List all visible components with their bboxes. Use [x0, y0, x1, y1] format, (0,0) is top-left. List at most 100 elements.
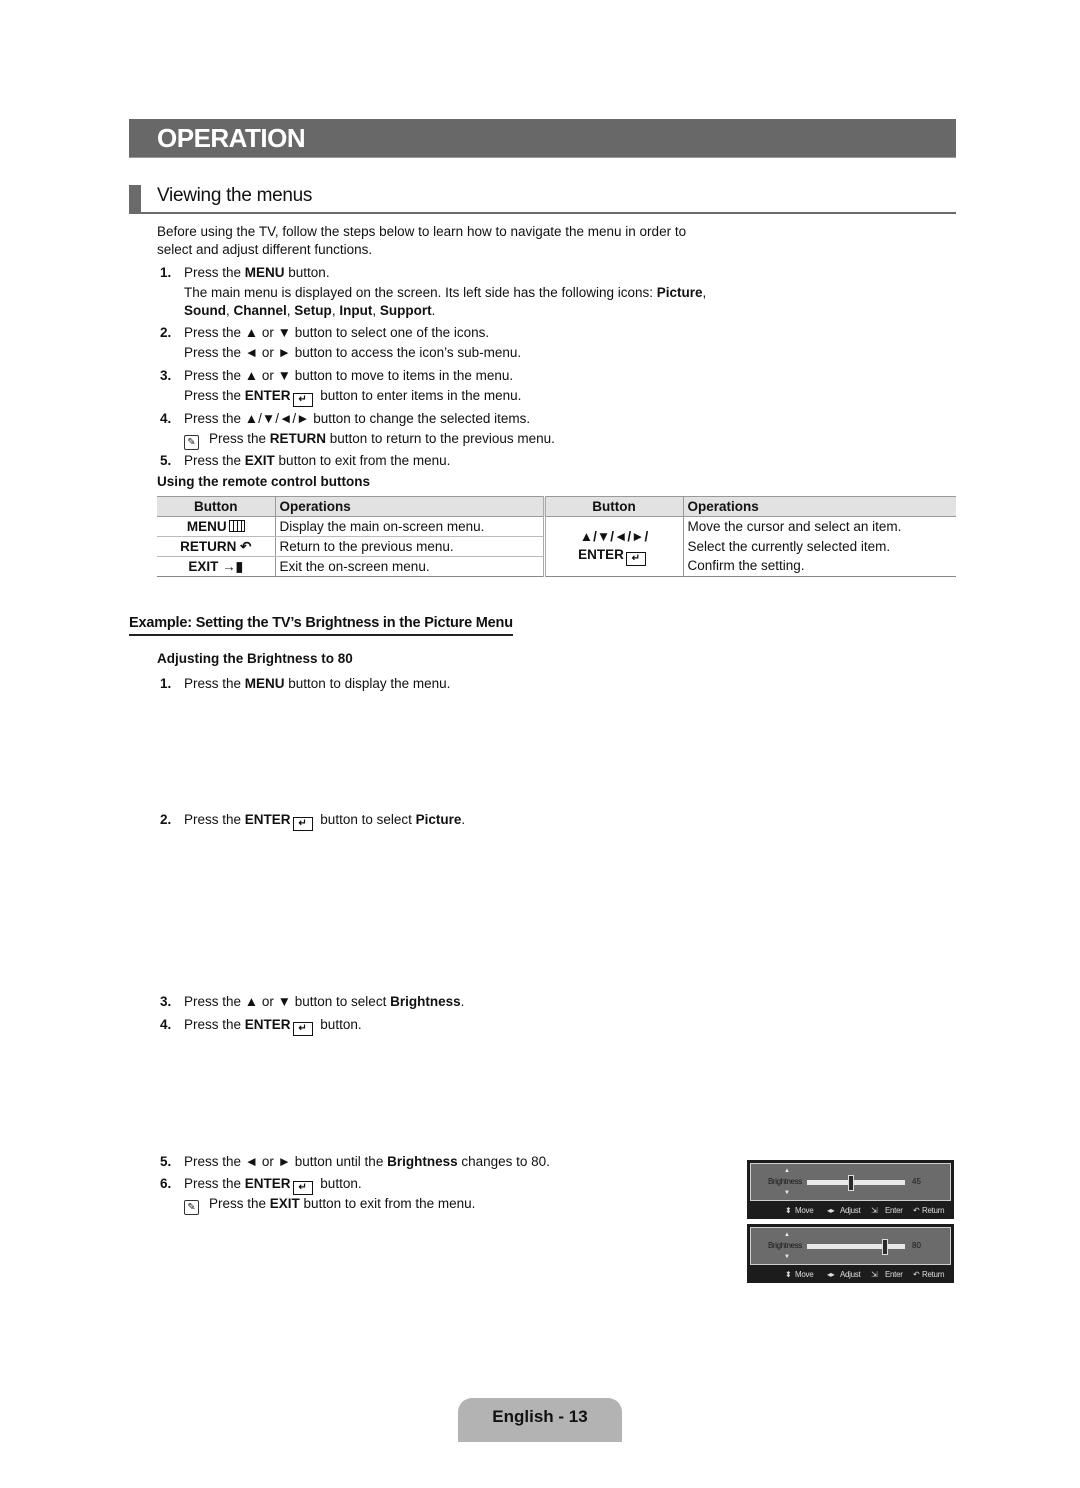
move-icon: ⬍ — [785, 1206, 792, 1215]
step-number: 2. — [160, 812, 172, 827]
header-button: Button — [157, 496, 276, 517]
operation-cell: Exit the on-screen menu. — [275, 556, 546, 577]
footer-move: Move — [795, 1206, 814, 1215]
step-number: 2. — [160, 325, 172, 340]
step-2-text: Press the ▲ or ▼ button to select one of… — [184, 325, 490, 340]
step-number: 4. — [160, 1017, 172, 1032]
step-1-text: Press the MENU button. — [184, 265, 330, 280]
enter-icon: ↵ — [292, 393, 313, 407]
section-heading: Viewing the menus — [129, 184, 956, 214]
adjust-icon: ◂▸ — [827, 1270, 835, 1279]
remote-control-table: Button Operations Button Operations MENU… — [157, 496, 956, 578]
osd-body: ▲ Brightness ▼ 80 — [750, 1227, 951, 1265]
example-step-6: Press the ENTER ↵ button. — [184, 1176, 362, 1195]
footer-enter: Enter — [885, 1206, 903, 1215]
chapter-banner: OPERATION — [129, 119, 956, 158]
example-step-4: Press the ENTER ↵ button. — [184, 1017, 362, 1036]
brightness-slider[interactable] — [807, 1175, 905, 1191]
return-button-cell: RETURN ↶ — [157, 536, 276, 557]
step-number: 5. — [160, 453, 172, 468]
osd-brightness-panel: ▲ Brightness ▼ 80 ⬍ Move ◂▸ Adjust ⇲ Enter … — [747, 1224, 954, 1283]
osd-footer: ⬍ Move ◂▸ Adjust ⇲ Enter ↶ Return — [747, 1204, 954, 1219]
arrow-keys-label: ▲/▼/◄/►/ — [579, 528, 649, 544]
table-header-row: Button Operations Button Operations — [157, 496, 956, 517]
example-step-2: Press the ENTER ↵ button to select Pictur… — [184, 812, 466, 831]
step-number: 1. — [160, 676, 172, 691]
osd-brightness-panel: ▲ Brightness ▼ 45 ⬍ Move ◂▸ Adjust ⇲ Enter … — [747, 1160, 954, 1219]
section-marker — [129, 185, 141, 212]
example-note: ✎ Press the EXIT button to exit from the … — [184, 1195, 475, 1215]
step-number: 6. — [160, 1176, 172, 1191]
table-caption: Using the remote control buttons — [157, 474, 371, 489]
exit-icon: →▮ — [222, 558, 244, 574]
menu-grid-icon — [228, 519, 245, 532]
table-row: MENU Display the main on-screen menu. ▲/… — [157, 516, 956, 577]
footer-adjust: Adjust — [840, 1270, 861, 1279]
step-4-note: ✎ Press the RETURN button to return to th… — [184, 430, 555, 450]
step-number: 3. — [160, 368, 172, 383]
arrow-down-icon: ▼ — [784, 1254, 790, 1260]
intro-line-2: select and adjust different functions. — [157, 242, 373, 257]
operation-cell: Display the main on-screen menu. — [275, 516, 546, 537]
step-number: 5. — [160, 1154, 172, 1169]
page-footer-tab: English - 13 — [458, 1398, 622, 1442]
brightness-slider[interactable] — [807, 1239, 905, 1255]
operation-cell: Return to the previous menu. — [275, 536, 546, 557]
osd-value: 80 — [912, 1241, 921, 1250]
slider-thumb[interactable] — [848, 1175, 854, 1191]
arrow-up-icon: ▲ — [784, 1168, 790, 1174]
move-icon: ⬍ — [785, 1270, 792, 1279]
example-step-3: Press the ▲ or ▼ button to select Bright… — [184, 994, 465, 1009]
exit-button-cell: EXIT →▮ — [157, 556, 276, 577]
header-operations: Operations — [683, 496, 956, 517]
arrow-up-icon: ▲ — [784, 1232, 790, 1238]
operation-cell: Select the currently selected item. — [687, 538, 891, 554]
return-icon: ↶ — [913, 1206, 920, 1215]
enter-icon: ⇲ — [871, 1270, 878, 1279]
footer-return: Return — [922, 1270, 945, 1279]
example-step-1: Press the MENU button to display the men… — [184, 676, 451, 691]
enter-icon: ↵ — [292, 817, 313, 831]
enter-icon: ↵ — [292, 1022, 313, 1036]
return-icon: ↶ — [240, 538, 252, 554]
footer-adjust: Adjust — [840, 1206, 861, 1215]
enter-icon: ↵ — [292, 1181, 313, 1195]
page-number-label: English - 13 — [492, 1407, 588, 1426]
step-3-text: Press the ▲ or ▼ button to move to items… — [184, 368, 514, 383]
step-4-text: Press the ▲/▼/◄/► button to change the s… — [184, 411, 531, 426]
header-operations: Operations — [275, 496, 546, 517]
section-title: Viewing the menus — [157, 185, 313, 206]
example-title: Example: Setting the TV’s Brightness in … — [129, 613, 513, 636]
step-3-text-2: Press the ENTER ↵ button to enter items i… — [184, 388, 522, 407]
footer-enter: Enter — [885, 1270, 903, 1279]
example-step-5: Press the ◄ or ► button until the Bright… — [184, 1154, 550, 1169]
header-button: Button — [544, 496, 684, 517]
operation-cell: Move the cursor and select an item. — [687, 518, 902, 534]
step-number: 3. — [160, 994, 172, 1009]
return-icon: ↶ — [913, 1270, 920, 1279]
note-icon: ✎ — [184, 1200, 199, 1215]
arrow-down-icon: ▼ — [784, 1190, 790, 1196]
osd-body: ▲ Brightness ▼ 45 — [750, 1163, 951, 1201]
step-1-desc-cont: Sound, Channel, Setup, Input, Support. — [184, 303, 436, 318]
note-icon: ✎ — [184, 435, 199, 450]
enter-icon: ↵ — [625, 551, 646, 566]
osd-footer: ⬍ Move ◂▸ Adjust ⇲ Enter ↶ Return — [747, 1268, 954, 1283]
adjust-icon: ◂▸ — [827, 1206, 835, 1215]
menu-button-cell: MENU — [157, 516, 276, 537]
step-2-text-2: Press the ◄ or ► button to access the ic… — [184, 345, 522, 360]
example-subtitle: Adjusting the Brightness to 80 — [157, 651, 353, 666]
osd-label: Brightness — [768, 1177, 802, 1186]
footer-move: Move — [795, 1270, 814, 1279]
chapter-title: OPERATION — [157, 123, 306, 153]
step-number: 1. — [160, 265, 172, 280]
operation-cell: Confirm the setting. — [683, 556, 956, 577]
enter-key-label: ENTER ↵ — [550, 546, 679, 566]
osd-label: Brightness — [768, 1241, 802, 1250]
osd-value: 45 — [912, 1177, 921, 1186]
step-1-desc: The main menu is displayed on the screen… — [184, 285, 707, 300]
enter-icon: ⇲ — [871, 1206, 878, 1215]
step-5-text: Press the EXIT button to exit from the m… — [184, 453, 451, 468]
intro-line-1: Before using the TV, follow the steps be… — [157, 224, 687, 239]
slider-thumb[interactable] — [882, 1239, 888, 1255]
